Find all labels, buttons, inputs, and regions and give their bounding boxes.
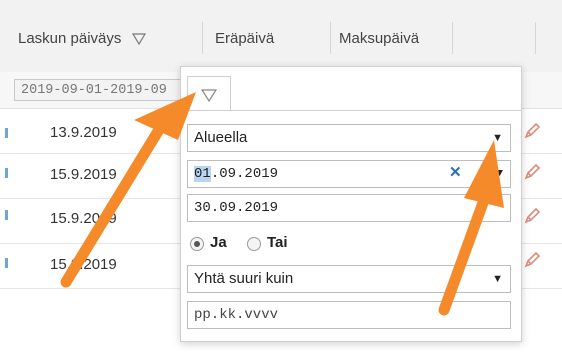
start-date-selected-part: 01 <box>194 166 211 182</box>
column-header-payment-date[interactable]: Maksupäivä <box>339 27 419 51</box>
pencil-icon[interactable] <box>522 206 542 226</box>
value-input[interactable]: pp.kk.vvvv <box>187 301 511 329</box>
and-radio-label[interactable]: Ja <box>210 234 227 251</box>
column-divider[interactable] <box>535 22 536 54</box>
column-divider[interactable] <box>452 22 453 54</box>
or-radio[interactable] <box>247 237 261 251</box>
column-divider[interactable] <box>202 22 203 54</box>
pencil-icon[interactable] <box>522 121 542 141</box>
invoice-date-cell: 15.9.2019 <box>50 210 117 227</box>
column-divider[interactable] <box>330 22 331 54</box>
arrow-to-filter-tab <box>60 92 196 288</box>
row-marker <box>5 128 8 138</box>
caret-down-icon: ▼ <box>492 132 503 144</box>
column-header-invoice-date[interactable]: Laskun päiväys <box>18 27 146 51</box>
condition-select[interactable]: Yhtä suuri kuin ▼ <box>187 265 511 293</box>
column-header-label: Laskun päiväys <box>18 30 122 47</box>
invoice-date-cell: 15.9.2019 <box>50 166 117 183</box>
start-date-rest: .09.2019 <box>210 166 279 182</box>
date-range-filter-input[interactable]: 2019-09-01-2019-09 <box>14 79 184 101</box>
pencil-icon[interactable] <box>522 250 542 270</box>
filter-icon <box>201 89 217 102</box>
invoice-date-cell: 15.9.2019 <box>50 256 117 273</box>
caret-down-icon: ▼ <box>496 168 503 180</box>
and-radio[interactable] <box>190 237 204 251</box>
start-date-input[interactable]: 01.09.2019 ▼ <box>187 160 511 188</box>
pencil-icon[interactable] <box>522 162 542 182</box>
end-date-input[interactable]: 30.09.2019 <box>187 194 511 222</box>
or-radio-label[interactable]: Tai <box>267 234 288 251</box>
invoice-date-cell: 13.9.2019 <box>50 124 117 141</box>
row-marker <box>5 168 8 178</box>
clear-icon[interactable]: ✕ <box>449 163 462 181</box>
condition-value: Yhtä suuri kuin <box>194 270 294 287</box>
filter-mode-select[interactable]: Alueella ▼ <box>187 124 511 152</box>
popup-tab-divider <box>181 110 521 111</box>
filter-tab[interactable] <box>187 76 231 110</box>
column-header-due-date[interactable]: Eräpäivä <box>215 27 274 51</box>
row-marker <box>5 258 8 268</box>
filter-mode-value: Alueella <box>194 129 248 146</box>
filter-icon[interactable] <box>131 33 146 46</box>
caret-down-icon: ▼ <box>492 273 503 285</box>
table-header: Laskun päiväys Eräpäivä Maksupäivä <box>0 0 562 73</box>
row-marker <box>5 210 8 220</box>
